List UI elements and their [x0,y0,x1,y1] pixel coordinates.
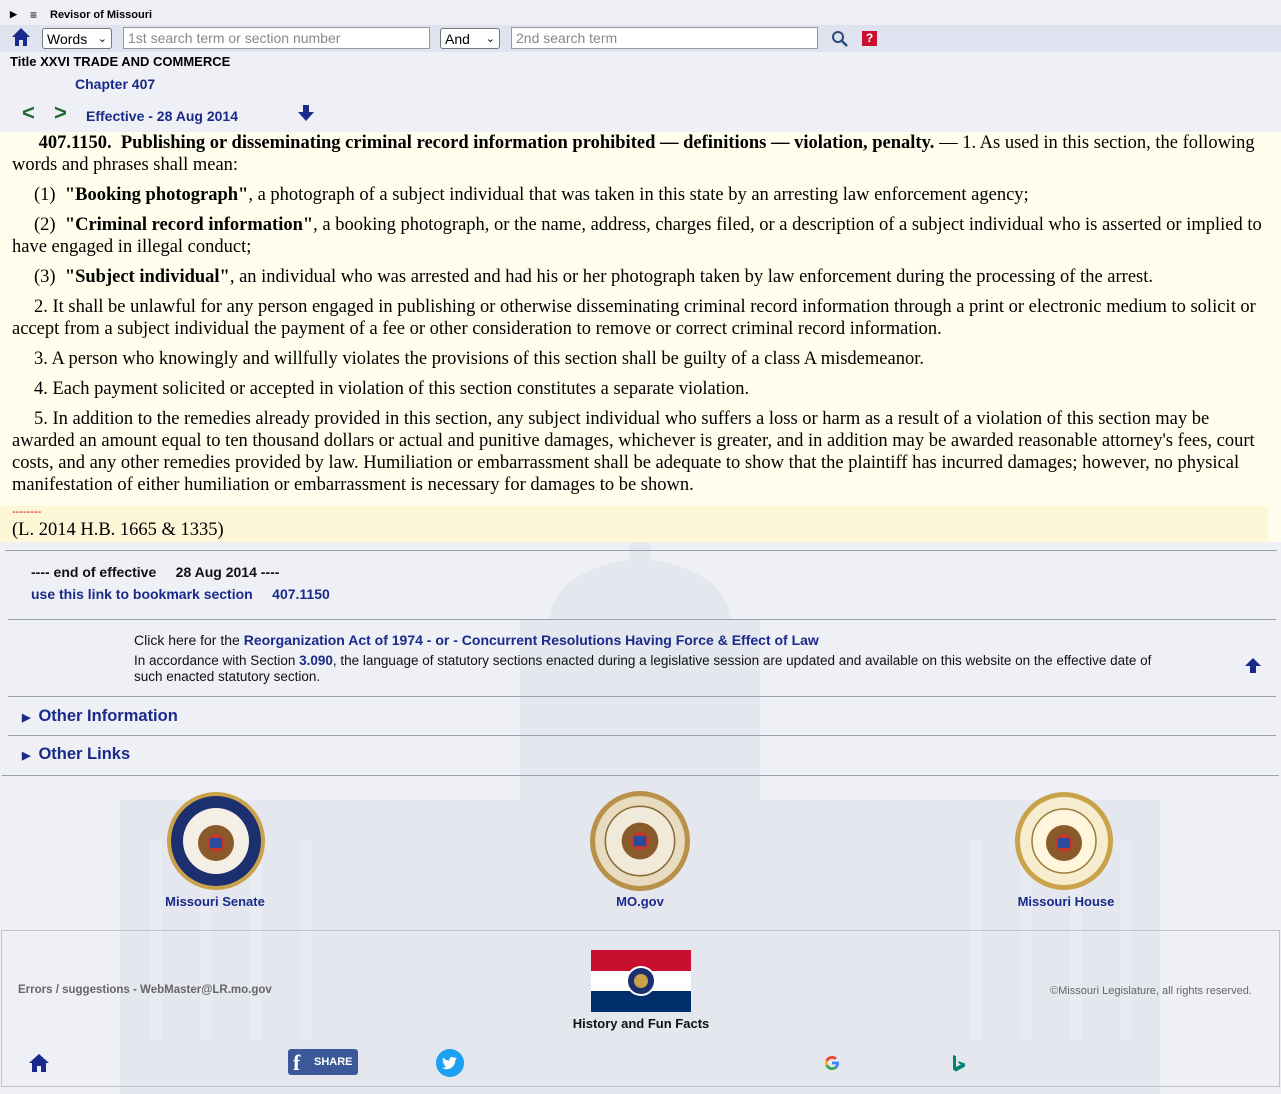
search-mode-select[interactable]: Words ⌄ [42,28,112,49]
end-of-effective: ---- end of effective 28 Aug 2014 ---- [31,564,280,580]
search-term-1-input[interactable]: 1st search term or section number [123,27,430,49]
chevron-down-icon: ⌄ [485,33,495,45]
webmaster-link[interactable]: Errors / suggestions - WebMaster@LR.mo.g… [18,984,272,996]
section-3090-notice: In accordance with Section 3.090, the la… [134,653,1152,684]
other-links-toggle[interactable]: ▶ Other Links [22,745,130,764]
search-term-2-input[interactable]: 2nd search term [511,27,818,49]
triangle-right-icon: ▶ [22,712,31,724]
arrow-up-icon[interactable] [1244,658,1262,674]
great-seal-icon[interactable] [589,790,691,892]
search-icon[interactable] [831,30,849,48]
title-heading[interactable]: Title XXVI TRADE AND COMMERCE [10,54,230,69]
missouri-flag-icon[interactable] [591,950,691,1012]
facebook-share-button[interactable]: f SHARE [288,1049,358,1075]
statute-intro: 407.1150. Publishing or disseminating cr… [12,133,1255,175]
mo-gov-link[interactable]: MO.gov [540,894,740,909]
previous-section-button[interactable]: < [22,100,35,126]
subsection-3: 3. A person who knowingly and willfully … [34,349,924,369]
divider [8,735,1276,736]
subsection-5: 5. In addition to the remedies already p… [12,409,1255,495]
google-icon[interactable] [824,1055,840,1071]
history-citation: (L. 2014 H.B. 1665 & 1335) [12,520,224,540]
reorganization-notice: Click here for the Reorganization Act of… [134,632,819,648]
chevron-down-icon: ⌄ [97,33,107,45]
bing-icon[interactable] [951,1054,967,1072]
facebook-icon: f [293,1050,301,1075]
next-section-button[interactable]: > [54,100,67,126]
bookmark-link[interactable]: use this link to bookmark section 407.11… [31,586,330,602]
triangle-right-icon: ▶ [22,750,31,762]
menu-icon[interactable]: ≡ [30,8,37,22]
home-icon[interactable] [10,26,32,48]
statute-text: 407.1150. Publishing or disseminating cr… [0,132,1281,542]
chapter-link[interactable]: Chapter 407 [75,76,155,92]
help-button[interactable]: ? [862,31,877,46]
effective-date: Effective - 28 Aug 2014 [86,108,238,124]
divider [5,550,1277,551]
arrow-down-icon[interactable] [297,104,315,122]
senate-seal-icon[interactable] [166,791,266,891]
search-operator-select[interactable]: And ⌄ [440,28,500,49]
definition-2: (2) "Criminal record information", a boo… [12,215,1262,257]
definition-1: (1) "Booking photograph", a photograph o… [34,185,1029,205]
section-number: 407.1150. [38,133,112,153]
copyright-text: ©Missouri Legislature, all rights reserv… [1050,985,1252,997]
section-heading: Publishing or disseminating criminal rec… [120,133,935,153]
definition-3: (3) "Subject individual", an individual … [34,267,1154,287]
search-bar: Words ⌄ 1st search term or section number… [0,25,1281,52]
reorganization-act-link[interactable]: Reorganization Act of 1974 - or - Concur… [244,632,819,648]
missouri-house-link[interactable]: Missouri House [966,894,1166,909]
triangle-right-icon[interactable]: ▶ [10,9,17,20]
subsection-4: 4. Each payment solicited or accepted in… [34,379,750,399]
missouri-senate-link[interactable]: Missouri Senate [115,894,315,909]
site-brand[interactable]: Revisor of Missouri [50,9,152,21]
house-seal-icon[interactable] [1014,791,1114,891]
divider [8,696,1276,697]
home-icon[interactable] [28,1053,50,1073]
other-information-toggle[interactable]: ▶ Other Information [22,707,178,726]
history-fun-facts-link[interactable]: History and Fun Facts [541,1016,741,1031]
section-3090-link[interactable]: 3.090 [299,653,333,668]
divider [8,619,1276,620]
divider [2,775,1279,776]
subsection-2: 2. It shall be unlawful for any person e… [12,297,1256,339]
twitter-icon[interactable] [436,1049,464,1077]
history-separator: -------- [12,506,42,518]
